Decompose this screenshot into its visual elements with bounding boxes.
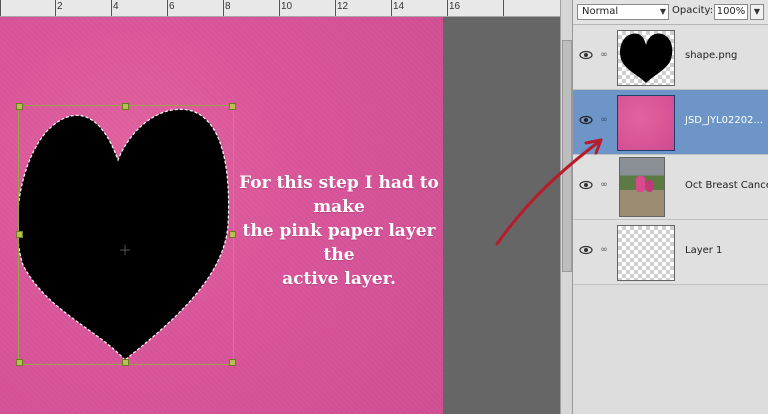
ruler-label: 10: [281, 1, 293, 12]
opacity-input[interactable]: 100%: [714, 4, 748, 20]
caption-line: the pink paper layer the: [242, 221, 436, 265]
link-icon[interactable]: ∞: [600, 245, 608, 257]
link-icon[interactable]: ∞: [600, 50, 608, 62]
document-canvas[interactable]: For this step I had to make the pink pap…: [0, 17, 560, 414]
layer-thumbnail: [617, 225, 675, 281]
transform-handle[interactable]: [229, 103, 236, 110]
layers-panel-toolbar: Normal ▼ Opacity: 100% ▼: [573, 0, 768, 25]
layer-row-layer-1[interactable]: ∞ Layer 1: [573, 220, 768, 285]
transform-handle[interactable]: [16, 231, 23, 238]
horizontal-ruler: 2 4 6 8 10 12 14 16: [0, 0, 560, 17]
blend-mode-select[interactable]: Normal ▼: [577, 4, 669, 20]
scrollbar-thumb[interactable]: [562, 40, 572, 272]
layer-name: Oct Breast Cancer...: [685, 180, 768, 191]
layers-panel: Normal ▼ Opacity: 100% ▼ ∞ shape.png ∞ J…: [572, 0, 768, 414]
transform-handle[interactable]: [229, 359, 236, 366]
transform-handle[interactable]: [122, 103, 129, 110]
layer-thumbnail: [617, 30, 675, 86]
visibility-eye-icon[interactable]: [579, 178, 593, 192]
visibility-eye-icon[interactable]: [579, 113, 593, 127]
layer-name: JSD_JYL02202...: [685, 115, 763, 126]
layer-thumbnail: [617, 95, 675, 151]
opacity-label: Opacity:: [672, 5, 714, 16]
layer-row-pink-paper[interactable]: ∞ JSD_JYL02202...: [573, 90, 768, 155]
ruler-label: 16: [449, 1, 461, 12]
ruler-label: 12: [337, 1, 349, 12]
ruler-label: 4: [113, 1, 119, 12]
ruler-label: 14: [393, 1, 405, 12]
blend-mode-value: Normal: [582, 6, 619, 17]
opacity-dropdown-icon[interactable]: ▼: [750, 4, 764, 20]
ruler-label: 8: [225, 1, 231, 12]
caption-line: For this step I had to make: [239, 173, 439, 217]
layer-row-shape[interactable]: ∞ shape.png: [573, 25, 768, 90]
ruler-label: 6: [169, 1, 175, 12]
visibility-eye-icon[interactable]: [579, 243, 593, 257]
transform-handle[interactable]: [122, 359, 129, 366]
tutorial-caption: For this step I had to make the pink pap…: [228, 171, 450, 291]
link-icon[interactable]: ∞: [600, 115, 608, 127]
layer-thumbnail: [619, 157, 665, 217]
ruler-label: 2: [57, 1, 63, 12]
layer-name: Layer 1: [685, 245, 723, 256]
visibility-eye-icon[interactable]: [579, 48, 593, 62]
transform-handle[interactable]: [16, 359, 23, 366]
layer-row-photo[interactable]: ∞ Oct Breast Cancer...: [573, 155, 768, 220]
layer-name: shape.png: [685, 50, 738, 61]
vertical-scrollbar[interactable]: [560, 0, 572, 414]
transform-handle[interactable]: [16, 103, 23, 110]
transform-bounding-box[interactable]: [18, 105, 234, 365]
caption-line: active layer.: [282, 269, 396, 289]
dropdown-arrow-icon: ▼: [659, 7, 666, 16]
link-icon[interactable]: ∞: [600, 180, 608, 192]
